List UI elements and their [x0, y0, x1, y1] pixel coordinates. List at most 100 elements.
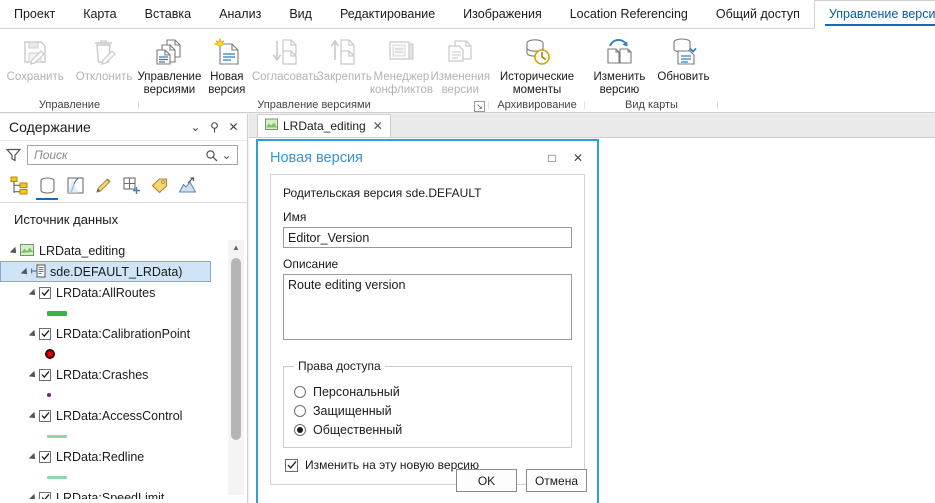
change-version-button[interactable]: Изменить версию — [588, 34, 652, 97]
layer-symbol-redline — [0, 467, 225, 487]
parent-version-label: Родительская версия — [283, 186, 402, 200]
historic-moment-icon — [521, 36, 553, 68]
expand-arrow-icon[interactable] — [8, 245, 20, 257]
discard-edits-button[interactable]: Отклонить — [70, 34, 139, 84]
scrollbar-thumb[interactable] — [231, 258, 241, 440]
conflict-manager-button[interactable]: Менеджер конфликтов — [371, 34, 431, 97]
ribbon-tab-label: Управление версиями — [829, 7, 935, 21]
version-changes-label: Изменения версии — [430, 71, 490, 97]
expand-arrow-icon[interactable] — [27, 492, 39, 500]
line-symbol-icon — [47, 311, 67, 316]
radio-selected-icon[interactable] — [294, 424, 306, 436]
historic-moment-button[interactable]: Исторические моменты — [494, 34, 580, 97]
search-options-chevron-icon[interactable]: ⌄ — [219, 148, 234, 163]
dialog-launcher-icon[interactable]: ↘ — [474, 101, 485, 112]
expand-arrow-icon[interactable] — [19, 266, 31, 278]
tree-item-label: LRData:Crashes — [56, 368, 148, 382]
layer-visibility-checkbox[interactable] — [39, 287, 51, 299]
list-by-selection-icon[interactable] — [62, 172, 88, 200]
permission-option-protected[interactable]: Защищенный — [294, 401, 561, 420]
expand-arrow-icon[interactable] — [27, 287, 39, 299]
post-icon — [328, 36, 360, 68]
change-version-label: Изменить версию — [594, 71, 646, 97]
pin-icon[interactable]: ⚲ — [205, 118, 224, 137]
ribbon-group-title: Управление версиями ↘ — [139, 97, 489, 113]
radio-icon[interactable] — [294, 405, 306, 417]
ribbon-tab-imagery[interactable]: Изображения — [449, 0, 556, 28]
scroll-up-icon[interactable]: ▲ — [228, 240, 244, 254]
list-by-drawing-order-icon[interactable] — [6, 172, 32, 200]
expand-arrow-icon[interactable] — [27, 410, 39, 422]
ribbon-tab-analysis[interactable]: Анализ — [205, 0, 275, 28]
line-symbol-icon — [47, 435, 67, 438]
close-icon[interactable]: ✕ — [373, 119, 383, 133]
list-by-snapping-icon[interactable] — [118, 172, 144, 200]
version-name-input[interactable] — [283, 227, 572, 248]
ribbon-tab-insert[interactable]: Вставка — [131, 0, 205, 28]
version-changes-button[interactable]: Изменения версии — [432, 34, 490, 97]
permission-option-private[interactable]: Персональный — [294, 382, 561, 401]
tree-item-layer-speedlimit[interactable]: LRData:SpeedLimit — [0, 487, 225, 499]
cancel-button[interactable]: Отмена — [526, 469, 587, 492]
expand-arrow-icon[interactable] — [27, 328, 39, 340]
tree-item-database[interactable]: sde.DEFAULT_LRData) — [0, 261, 211, 282]
filter-icon[interactable] — [6, 148, 21, 162]
permissions-legend: Права доступа — [294, 359, 385, 373]
version-description-textarea[interactable] — [283, 274, 572, 340]
checkbox-icon[interactable] — [285, 459, 298, 472]
tree-item-layer-crashes[interactable]: LRData:Crashes — [0, 364, 225, 385]
ribbon-tab-location-referencing[interactable]: Location Referencing — [556, 0, 702, 28]
tree-item-layer-allroutes[interactable]: LRData:AllRoutes — [0, 282, 225, 303]
tree-item-layer-calibrationpoint[interactable]: LRData:CalibrationPoint — [0, 323, 225, 344]
ribbon-tab-map[interactable]: Карта — [69, 0, 130, 28]
ribbon: Сохранить Отклонить Управление — [0, 29, 935, 113]
layer-visibility-checkbox[interactable] — [39, 451, 51, 463]
layer-visibility-checkbox[interactable] — [39, 492, 51, 500]
post-button[interactable]: Закрепить — [317, 34, 371, 84]
ribbon-tab-label: Карта — [83, 7, 116, 21]
expand-arrow-icon[interactable] — [27, 451, 39, 463]
tree-item-map[interactable]: LRData_editing — [0, 240, 225, 261]
refresh-version-icon — [667, 36, 699, 68]
new-version-button[interactable]: Новая версия — [200, 34, 254, 97]
document-tab-lrdata-editing[interactable]: LRData_editing ✕ — [257, 114, 391, 137]
layer-visibility-checkbox[interactable] — [39, 369, 51, 381]
line-symbol-icon — [47, 476, 67, 479]
close-icon[interactable]: ✕ — [565, 146, 591, 170]
ribbon-tab-edit[interactable]: Редактирование — [326, 0, 449, 28]
list-by-data-source-icon[interactable] — [34, 172, 60, 200]
tree-item-layer-accesscontrol[interactable]: LRData:AccessControl — [0, 405, 225, 426]
ribbon-tab-view[interactable]: Вид — [275, 0, 326, 28]
list-by-editing-icon[interactable] — [90, 172, 116, 200]
point-symbol-icon — [47, 393, 51, 397]
search-icon[interactable] — [204, 148, 219, 163]
ribbon-group-title-text: Вид карты — [625, 99, 678, 111]
ribbon-tab-project[interactable]: Проект — [0, 0, 69, 28]
close-icon[interactable]: ✕ — [224, 118, 243, 137]
layer-visibility-checkbox[interactable] — [39, 410, 51, 422]
conflict-manager-label: Менеджер конфликтов — [370, 71, 433, 97]
save-edits-label: Сохранить — [7, 71, 64, 84]
tree-item-layer-redline[interactable]: LRData:Redline — [0, 446, 225, 467]
search-input[interactable]: Поиск ⌄ — [27, 145, 238, 165]
layer-visibility-checkbox[interactable] — [39, 328, 51, 340]
reconcile-button[interactable]: Согласовать — [254, 34, 317, 84]
chevron-down-icon[interactable]: ⌄ — [186, 118, 205, 137]
permission-option-public[interactable]: Общественный — [294, 420, 561, 439]
save-edits-button[interactable]: Сохранить — [1, 34, 70, 84]
conflict-manager-icon — [385, 36, 417, 68]
maximize-icon[interactable]: □ — [539, 146, 565, 170]
arcgis-pro-window: Проект Карта Вставка Анализ Вид Редактир… — [0, 0, 935, 503]
ribbon-tab-versioning[interactable]: Управление версиями — [814, 0, 935, 29]
ok-button[interactable]: OK — [456, 469, 517, 492]
refresh-version-button[interactable]: Обновить — [651, 34, 715, 84]
list-by-labeling-icon[interactable] — [146, 172, 172, 200]
ribbon-tab-share[interactable]: Общий доступ — [702, 0, 814, 28]
radio-icon[interactable] — [294, 386, 306, 398]
list-by-diagram-icon[interactable] — [174, 172, 200, 200]
manage-versions-button[interactable]: Управление версиями — [139, 34, 200, 97]
expand-arrow-icon[interactable] — [27, 369, 39, 381]
contents-scrollbar[interactable]: ▲ — [228, 240, 244, 495]
post-label: Закрепить — [317, 71, 372, 84]
historic-moment-label: Исторические моменты — [500, 71, 574, 97]
